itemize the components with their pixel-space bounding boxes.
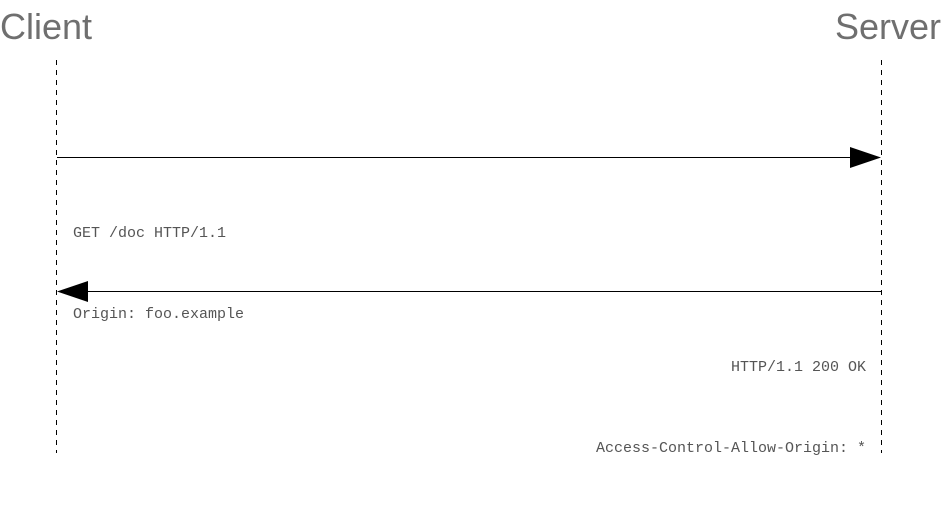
response-message: HTTP/1.1 200 OK Access-Control-Allow-Ori… [596, 300, 866, 516]
response-header-acao: Access-Control-Allow-Origin: * [595, 440, 866, 457]
request-line: GET /doc HTTP/1.1 [73, 225, 227, 242]
response-status-line: HTTP/1.1 200 OK [730, 359, 866, 376]
request-message: GET /doc HTTP/1.1 Origin: foo.example [73, 166, 244, 382]
request-header-origin: Origin: foo.example [73, 306, 245, 323]
request-arrow [57, 147, 881, 168]
sequence-diagram: Client Server GET /doc HTTP/1.1 Origin: … [0, 0, 945, 457]
request-arrowhead [850, 147, 881, 168]
